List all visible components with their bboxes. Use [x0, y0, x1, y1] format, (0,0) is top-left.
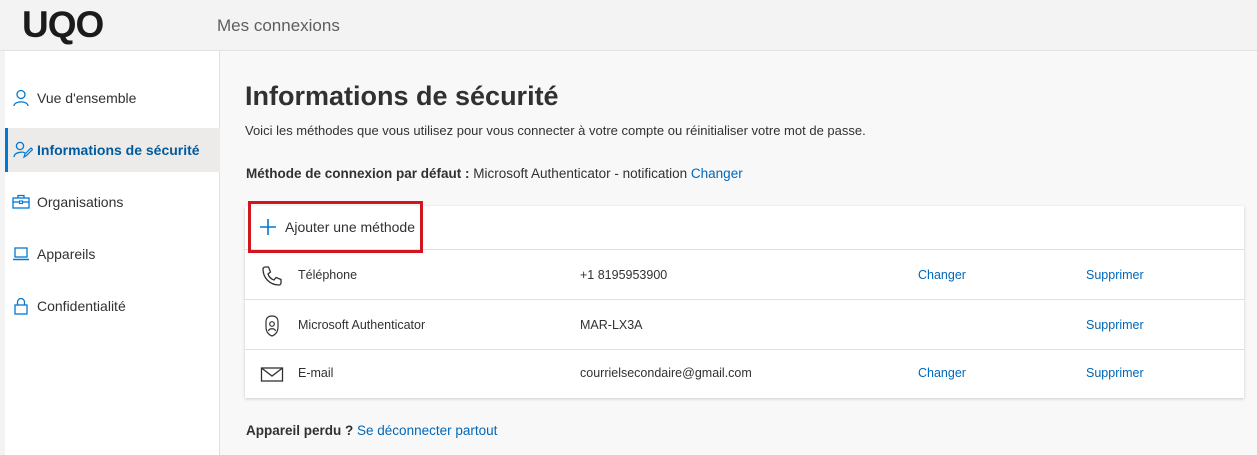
- change-default-method-link[interactable]: Changer: [691, 166, 743, 181]
- email-icon: [260, 362, 284, 386]
- default-method-value: Microsoft Authenticator - notification: [473, 166, 688, 181]
- method-value: courrielsecondaire@gmail.com: [580, 366, 752, 380]
- add-method-row: Ajouter une méthode: [245, 201, 1244, 253]
- sidebar-item-label: Organisations: [37, 194, 124, 210]
- method-row-email: E-mail courrielsecondaire@gmail.com Chan…: [245, 349, 1244, 398]
- page-description: Voici les méthodes que vous utilisez pou…: [245, 123, 866, 138]
- sign-out-everywhere-link[interactable]: Se déconnecter partout: [357, 423, 497, 438]
- uqo-logo[interactable]: UQO: [22, 4, 104, 46]
- change-method-link[interactable]: Changer: [918, 268, 966, 282]
- add-method-button[interactable]: Ajouter une méthode: [248, 201, 423, 253]
- briefcase-icon: [5, 194, 37, 210]
- lock-icon: [5, 297, 37, 315]
- method-row-authenticator: Microsoft Authenticator MAR-LX3A Supprim…: [245, 301, 1244, 350]
- method-name: Microsoft Authenticator: [298, 318, 426, 332]
- delete-method-link[interactable]: Supprimer: [1086, 366, 1144, 380]
- sidebar-item-privacy[interactable]: Confidentialité: [5, 284, 220, 328]
- sidebar-item-label: Informations de sécurité: [37, 142, 200, 158]
- delete-method-link[interactable]: Supprimer: [1086, 268, 1144, 282]
- plus-icon: [253, 218, 283, 236]
- top-header: UQO Mes connexions: [0, 0, 1257, 51]
- delete-method-link[interactable]: Supprimer: [1086, 318, 1144, 332]
- sidebar-item-label: Confidentialité: [37, 298, 126, 314]
- page-title: Informations de sécurité: [245, 81, 559, 111]
- authenticator-icon: [260, 314, 284, 338]
- phone-icon: [260, 264, 284, 288]
- security-info-icon: [8, 141, 37, 159]
- sidebar-item-overview[interactable]: Vue d'ensemble: [5, 76, 220, 120]
- method-name: E-mail: [298, 366, 334, 380]
- sidebar-nav: Vue d'ensemble Informations de sécurité …: [5, 51, 220, 455]
- sidebar-item-organizations[interactable]: Organisations: [5, 180, 220, 224]
- laptop-icon: [5, 246, 37, 262]
- app-title: Mes connexions: [217, 16, 340, 35]
- sidebar-item-devices[interactable]: Appareils: [5, 232, 220, 276]
- lost-device-label: Appareil perdu ?: [246, 423, 354, 438]
- sidebar-item-security-info[interactable]: Informations de sécurité: [5, 128, 220, 172]
- sidebar-item-label: Vue d'ensemble: [37, 90, 137, 106]
- method-name: Téléphone: [298, 268, 358, 282]
- lost-device: Appareil perdu ? Se déconnecter partout: [246, 423, 497, 438]
- add-method-label: Ajouter une méthode: [285, 219, 415, 235]
- default-method-label: Méthode de connexion par défaut :: [246, 166, 470, 181]
- method-value: +1 8195953900: [580, 268, 668, 282]
- person-icon: [5, 89, 37, 107]
- method-value: MAR-LX3A: [580, 318, 643, 332]
- default-method: Méthode de connexion par défaut : Micros…: [246, 166, 743, 181]
- sidebar-item-label: Appareils: [37, 246, 96, 262]
- methods-card: Ajouter une méthode Téléphone +1 8195953…: [245, 201, 1244, 398]
- change-method-link[interactable]: Changer: [918, 366, 966, 380]
- method-row-phone: Téléphone +1 8195953900 Changer Supprime…: [245, 251, 1244, 300]
